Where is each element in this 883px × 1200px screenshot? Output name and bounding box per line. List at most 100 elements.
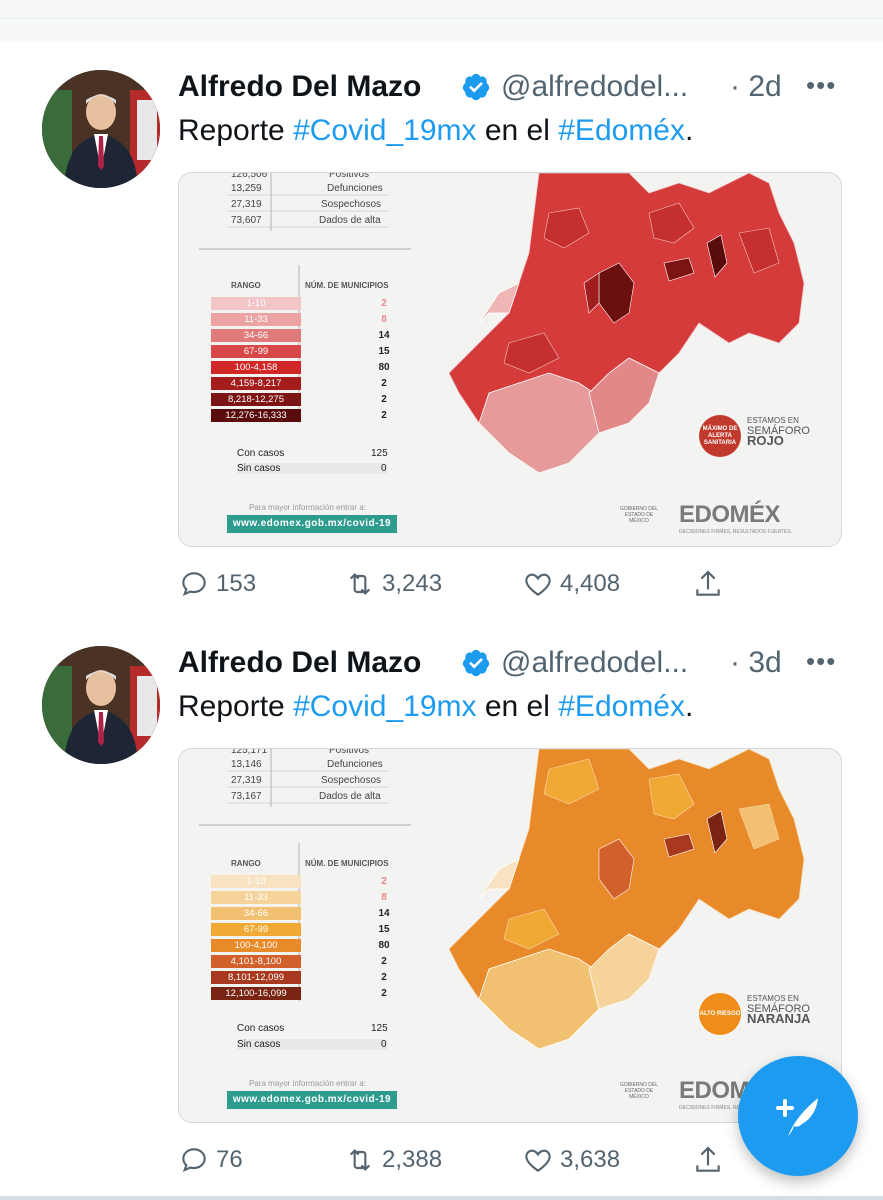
gobierno-logo: GOBIERNO DEL ESTADO DE MÉXICO xyxy=(619,1082,659,1100)
reply-count: 153 xyxy=(216,570,257,597)
handle[interactable]: @alfredodel... xyxy=(501,70,688,104)
text-suffix: . xyxy=(685,690,694,723)
legend-range: 11-33 xyxy=(211,313,301,326)
text-mid: en el xyxy=(476,114,559,147)
legend-count: 15 xyxy=(378,346,390,357)
legend-count: 80 xyxy=(378,362,390,373)
avatar-image xyxy=(42,70,160,188)
legend-count: 14 xyxy=(378,330,390,341)
retweet-button[interactable]: 2,388 xyxy=(344,1140,442,1180)
sin-casos-label: Sin casos xyxy=(237,1039,387,1050)
more-info-text: Para mayor información entrar a: xyxy=(249,503,366,512)
avatar-image xyxy=(42,646,160,764)
share-button[interactable] xyxy=(692,564,730,604)
text-suffix: . xyxy=(685,114,694,147)
reply-button[interactable]: 153 xyxy=(178,564,256,604)
retweet-icon xyxy=(349,573,371,595)
legend-range: 100-4,100 xyxy=(211,939,301,952)
tweet-actions: 76 2,388 3,638 xyxy=(178,1140,738,1180)
legend-count: 2 xyxy=(381,876,387,887)
legend-range: 4,159-8,217 xyxy=(211,377,301,390)
legend-range: 8,218-12,275 xyxy=(211,393,301,406)
hashtag-link[interactable]: #Edoméx xyxy=(558,690,685,723)
brand-tagline: DECISIONES FIRMES, RESULTADOS FUERTES. xyxy=(679,529,793,535)
timestamp[interactable]: · 2d xyxy=(730,70,782,104)
avatar[interactable] xyxy=(42,646,160,764)
legend-range: 12,100-16,099 xyxy=(211,987,301,1000)
media-card[interactable]: 126,506 Positivos 13,259 Defunciones 27,… xyxy=(178,172,842,547)
top-bar xyxy=(0,0,883,43)
hashtag-link[interactable]: #Covid_19mx xyxy=(293,690,476,723)
reply-icon xyxy=(182,1148,206,1172)
reply-button[interactable]: 76 xyxy=(178,1140,243,1180)
tweet[interactable]: Alfredo Del Mazo @alfredodel... · 2d •••… xyxy=(0,42,883,621)
display-name[interactable]: Alfredo Del Mazo xyxy=(178,70,421,104)
semaforo-color: NARANJA xyxy=(747,1011,811,1026)
retweet-count: 2,388 xyxy=(382,1146,443,1173)
display-name[interactable]: Alfredo Del Mazo xyxy=(178,646,421,680)
retweet-count: 3,243 xyxy=(382,570,443,597)
reply-count: 76 xyxy=(216,1146,243,1173)
legend-range: 12,276-16,333 xyxy=(211,409,301,422)
hashtag-link[interactable]: #Edoméx xyxy=(558,114,685,147)
avatar[interactable] xyxy=(42,70,160,188)
more-icon[interactable]: ••• xyxy=(806,646,836,677)
legend-range: 100-4,158 xyxy=(211,361,301,374)
tweet-text: Reporte #Covid_19mx en el #Edoméx. xyxy=(178,114,693,148)
brand-logo: EDOMÉX xyxy=(679,501,781,528)
legend-count: 8 xyxy=(381,314,387,325)
text-prefix: Reporte xyxy=(178,690,294,723)
legend-range: 11-33 xyxy=(211,891,301,904)
sin-casos-label: Sin casos xyxy=(237,463,387,474)
gobierno-logo: GOBIERNO DEL ESTADO DE MÉXICO xyxy=(619,506,659,524)
like-button[interactable]: 3,638 xyxy=(522,1140,620,1180)
timestamp[interactable]: · 3d xyxy=(730,646,782,680)
legend-count: 2 xyxy=(381,988,387,999)
info-url: www.edomex.gob.mx/covid-19 xyxy=(227,515,397,533)
more-info-text: Para mayor información entrar a: xyxy=(249,1079,366,1088)
legend-range: 34-66 xyxy=(211,329,301,342)
alert-badge: MÁXIMO DE ALERTA SANITARIA xyxy=(699,415,741,457)
legend-count: 80 xyxy=(378,940,390,951)
share-button[interactable] xyxy=(692,1140,730,1180)
legend-count: 2 xyxy=(381,972,387,983)
text-mid: en el xyxy=(476,690,559,723)
con-casos-label: Con casos xyxy=(237,448,285,459)
legend-count: 2 xyxy=(381,956,387,967)
tweet-actions: 153 3,243 4,408 xyxy=(178,564,738,604)
compose-tweet-button[interactable] xyxy=(738,1056,858,1176)
text-prefix: Reporte xyxy=(178,114,294,147)
like-button[interactable]: 4,408 xyxy=(522,564,620,604)
legend-count: 2 xyxy=(381,298,387,309)
like-count: 4,408 xyxy=(560,570,621,597)
con-casos-value: 125 xyxy=(371,448,388,459)
legend-count: 2 xyxy=(381,410,387,421)
handle[interactable]: @alfredodel... xyxy=(501,646,688,680)
top-divider xyxy=(0,18,883,43)
tweet-text: Reporte #Covid_19mx en el #Edoméx. xyxy=(178,690,693,724)
retweet-button[interactable]: 3,243 xyxy=(344,564,442,604)
hashtag-link[interactable]: #Covid_19mx xyxy=(293,114,476,147)
info-url: www.edomex.gob.mx/covid-19 xyxy=(227,1091,397,1109)
semaforo-label: ESTAMOS EN SEMÁFORO ROJO xyxy=(747,416,810,448)
like-icon xyxy=(525,1149,551,1172)
legend-count: 2 xyxy=(381,394,387,405)
semaforo-color: ROJO xyxy=(747,433,784,448)
legend-range: 1-10 xyxy=(211,875,301,888)
con-casos-label: Con casos xyxy=(237,1023,285,1034)
legend-count: 2 xyxy=(381,378,387,389)
media-card[interactable]: 125,171 Positivos 13,146 Defunciones 27,… xyxy=(178,748,842,1123)
legend-range: 8,101-12,099 xyxy=(211,971,301,984)
share-icon xyxy=(696,1146,720,1172)
like-icon xyxy=(525,573,551,596)
semaforo-label: ESTAMOS EN SEMÁFORO NARANJA xyxy=(747,994,811,1026)
con-casos-value: 125 xyxy=(371,1023,388,1034)
sin-casos-value: 0 xyxy=(381,1039,387,1050)
legend-range: 67-99 xyxy=(211,345,301,358)
bottom-divider xyxy=(0,1196,883,1200)
verified-badge-icon xyxy=(462,73,490,101)
verified-badge-icon xyxy=(462,649,490,677)
more-icon[interactable]: ••• xyxy=(806,70,836,101)
compose-tweet-icon xyxy=(776,1098,818,1136)
legend-range: 34-66 xyxy=(211,907,301,920)
